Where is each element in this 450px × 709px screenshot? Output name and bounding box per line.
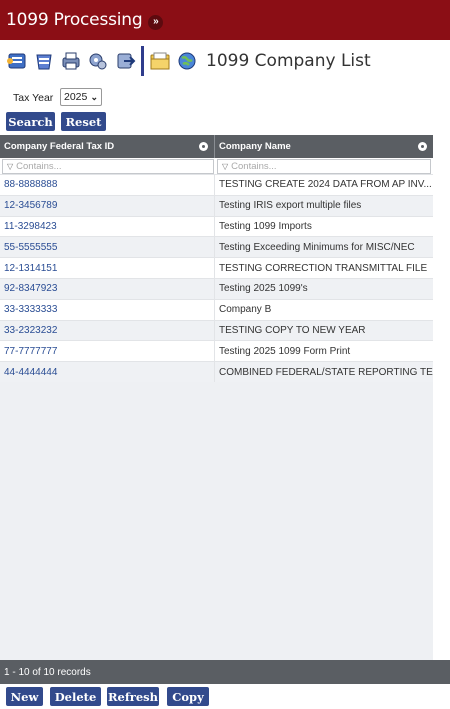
toolbar-separator — [141, 45, 144, 76]
column-header-label: Company Federal Tax ID — [4, 141, 115, 152]
printer-icon[interactable] — [60, 50, 82, 72]
tax-id-link[interactable]: 33-2323232 — [0, 320, 215, 341]
company-name-cell: Testing IRIS export multiple files — [219, 200, 362, 212]
filter-icon: ▽ — [222, 162, 229, 171]
grid-scrollbar[interactable] — [433, 135, 450, 660]
chevron-down-icon: ⌄ — [90, 92, 98, 102]
table-row[interactable]: 11-3298423 Testing 1099 Imports — [0, 215, 433, 237]
tax-year-label: Tax Year — [13, 92, 54, 104]
tax-id-link[interactable]: 12-1314151 — [0, 258, 215, 278]
forms-icon[interactable] — [6, 50, 28, 72]
filter-placeholder: Contains... — [231, 161, 277, 172]
table-row[interactable]: 88-8888888 TESTING CREATE 2024 DATA FROM … — [0, 174, 433, 195]
table-row[interactable]: 12-3456789 Testing IRIS export multiple f… — [0, 194, 433, 216]
refresh-button[interactable]: Refresh — [107, 687, 159, 706]
table-row[interactable]: 12-1314151 TESTING CORRECTION TRANSMITTAL… — [0, 257, 433, 278]
tax-id-link[interactable]: 88-8888888 — [0, 175, 215, 195]
column-header-label: Company Name — [219, 141, 291, 152]
tax-id-link[interactable]: 92-8347923 — [0, 278, 215, 299]
table-row[interactable]: 33-2323232 TESTING COPY TO NEW YEAR — [0, 319, 433, 341]
tax-id-link[interactable]: 12-3456789 — [0, 195, 215, 216]
delete-button[interactable]: Delete — [50, 687, 101, 706]
filter-placeholder: Contains... — [16, 161, 62, 172]
new-button[interactable]: New — [6, 687, 43, 706]
company-name-cell: TESTING CORRECTION TRANSMITTAL FILE — [219, 262, 428, 274]
table-row[interactable]: 55-5555555 Testing Exceeding Minimums for… — [0, 236, 433, 258]
expand-menu-button[interactable]: » — [148, 14, 164, 30]
company-name-filter-input[interactable]: ▽ Contains... — [217, 159, 431, 174]
folder-icon[interactable] — [149, 50, 171, 72]
table-row[interactable]: 44-4444444 COMBINED FEDERAL/STATE REPORTI… — [0, 361, 433, 382]
tax-year-value: 2025 — [64, 91, 88, 103]
export-icon[interactable] — [114, 50, 136, 72]
grid-header: Company Federal Tax ID Company Name — [0, 135, 433, 158]
tax-id-link[interactable]: 33-3333333 — [0, 299, 215, 320]
tax-id-link[interactable]: 11-3298423 — [0, 216, 215, 237]
column-header-company-name[interactable]: Company Name — [215, 135, 433, 158]
table-row[interactable]: 77-7777777 Testing 2025 1099 Form Print — [0, 340, 433, 362]
app-title: 1099 Processing — [6, 10, 143, 30]
pager-bar: 1 - 10 of 10 records — [0, 660, 450, 684]
globe-icon[interactable] — [176, 50, 198, 72]
company-name-cell: TESTING COPY TO NEW YEAR — [219, 324, 366, 336]
tax-id-link[interactable]: 55-5555555 — [0, 237, 215, 258]
toolbar: 1099 Company List — [0, 40, 450, 81]
company-name-cell: Testing 2025 1099 Form Print — [219, 345, 351, 357]
company-name-cell: Testing 1099 Imports — [219, 220, 312, 232]
table-row[interactable]: 33-3333333 Company B — [0, 298, 433, 320]
table-row[interactable]: 92-8347923 Testing 2025 1099's — [0, 277, 433, 299]
copy-button[interactable]: Copy — [167, 687, 209, 706]
bin-icon[interactable] — [33, 50, 55, 72]
gear-icon[interactable] — [199, 142, 208, 151]
company-name-cell: Testing Exceeding Minimums for MISC/NEC — [219, 241, 415, 253]
tax-id-filter-input[interactable]: ▽ Contains... — [2, 159, 214, 174]
grid-body: 88-8888888 TESTING CREATE 2024 DATA FROM … — [0, 174, 433, 382]
tax-id-link[interactable]: 77-7777777 — [0, 341, 215, 362]
filter-panel: Tax Year 2025 ⌄ Search Reset — [0, 81, 450, 135]
filter-icon: ▽ — [7, 162, 14, 171]
title-bar: 1099 Processing » — [0, 0, 450, 40]
search-button[interactable]: Search — [6, 112, 55, 131]
company-name-cell: TESTING CREATE 2024 DATA FROM AP INV... — [219, 179, 432, 191]
tax-year-select[interactable]: 2025 ⌄ — [60, 88, 102, 106]
company-name-cell: COMBINED FEDERAL/STATE REPORTING TE... — [219, 366, 433, 378]
page-title: 1099 Company List — [206, 50, 371, 71]
action-bar: New Delete Refresh Copy — [0, 684, 450, 709]
grid-filter-row: ▽ Contains... ▽ Contains... — [0, 158, 433, 174]
record-count: 1 - 10 of 10 records — [4, 666, 91, 678]
company-grid: Company Federal Tax ID Company Name ▽ Co… — [0, 135, 433, 382]
column-header-tax-id[interactable]: Company Federal Tax ID — [0, 135, 215, 158]
company-name-cell: Company B — [219, 304, 272, 316]
gear-icon[interactable] — [418, 142, 427, 151]
reset-button[interactable]: Reset — [61, 112, 106, 131]
tax-id-link[interactable]: 44-4444444 — [0, 362, 215, 382]
gears-icon[interactable] — [87, 50, 109, 72]
company-name-cell: Testing 2025 1099's — [219, 283, 308, 295]
